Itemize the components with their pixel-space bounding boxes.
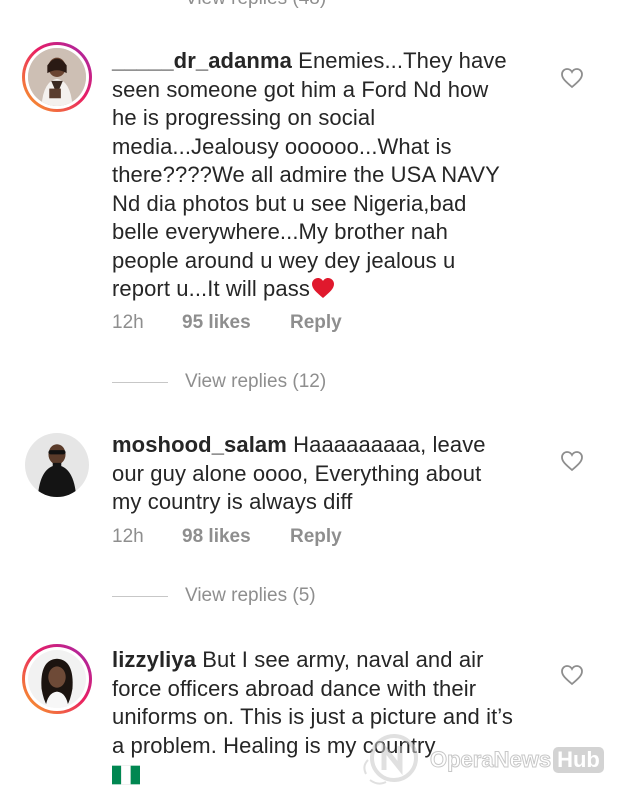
opera-news-logo-icon <box>363 734 418 785</box>
like-heart-icon[interactable] <box>560 450 584 472</box>
comment-body: _____dr_adanma Enemies...They have seen … <box>112 47 517 304</box>
comment-time: 12h <box>112 526 144 547</box>
like-heart-icon[interactable] <box>560 664 584 686</box>
view-replies[interactable]: View replies (12) <box>112 371 326 393</box>
view-replies[interactable]: View replies (5) <box>112 585 316 607</box>
reply-button[interactable]: Reply <box>290 526 342 548</box>
avatar[interactable] <box>22 644 92 714</box>
avatar-photo-icon <box>28 48 86 106</box>
view-replies-label[interactable]: View replies (5) <box>185 585 316 607</box>
likes-count[interactable]: 95 likes <box>182 312 290 334</box>
comment-meta: 12h 95 likes Reply <box>112 312 342 334</box>
comment-username[interactable]: moshood_salam <box>112 432 287 457</box>
watermark: OperaNews Hub <box>360 730 604 790</box>
view-replies-top[interactable]: View replies (48) <box>185 0 326 10</box>
avatar-photo-icon <box>28 650 86 708</box>
comment-username[interactable]: _____dr_adanma <box>112 48 292 73</box>
like-heart-icon[interactable] <box>560 67 584 89</box>
nigeria-flag-emoji <box>112 765 140 785</box>
comment-time: 12h <box>112 312 144 333</box>
comment-username[interactable]: lizzyliya <box>112 647 196 672</box>
watermark-text: OperaNews <box>429 747 552 773</box>
comments-screen: View replies (48) _____d <box>0 0 621 800</box>
view-replies-label[interactable]: View replies (48) <box>185 0 326 10</box>
avatar-photo-icon <box>25 433 89 497</box>
watermark-hub: Hub <box>553 747 604 773</box>
comment-text: Enemies...They have seen someone got him… <box>112 48 507 301</box>
red-heart-emoji <box>311 278 334 298</box>
avatar[interactable] <box>22 42 92 112</box>
avatar[interactable] <box>22 430 92 500</box>
divider-line <box>112 595 168 597</box>
reply-button[interactable]: Reply <box>290 312 342 334</box>
comment-meta: 12h 98 likes Reply <box>112 526 342 548</box>
view-replies-label[interactable]: View replies (12) <box>185 371 326 393</box>
divider-line <box>112 381 168 383</box>
comment-body: moshood_salam Haaaaaaaaa, leave our guy … <box>112 431 517 517</box>
likes-count[interactable]: 98 likes <box>182 526 290 548</box>
